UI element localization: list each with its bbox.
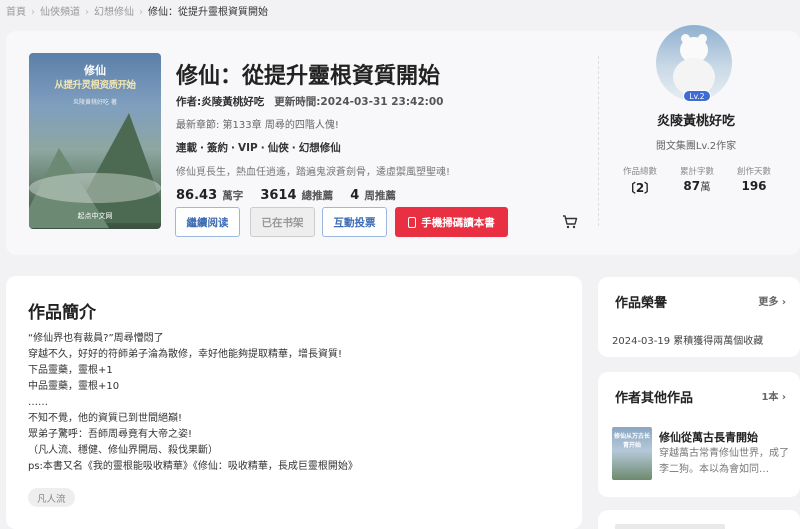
breadcrumb-separator: ›	[85, 7, 89, 18]
book-title: 修仙：從提升靈根資質開始	[176, 64, 441, 89]
other-works-card: 作者其他作品 1本 › 修仙从万古长青开始 修仙從萬古長青開始 穿越萬古常青修仙…	[598, 372, 800, 497]
breadcrumb-separator: ›	[31, 7, 35, 18]
cover-cloud	[29, 173, 161, 203]
stat-word-count: 86.43 萬字	[176, 188, 244, 203]
phone-icon	[408, 216, 417, 228]
book-author[interactable]: 作者:炎陵黃桃好吃	[176, 96, 264, 108]
intro-line: 下品靈藥，靈根+1	[28, 365, 113, 376]
author-stat-days: 創作天數 196	[736, 167, 771, 193]
cart-icon[interactable]	[562, 214, 578, 230]
book-tags: 連載 · 簽約 · VIP · 仙俠 · 幻想修仙	[176, 142, 341, 154]
breadcrumb-home[interactable]: 首頁	[6, 3, 26, 18]
intro-line: “修仙界也有裁員?”周尋懵悶了	[28, 333, 164, 344]
author-name[interactable]: 炎陵黃桃好吃	[592, 110, 800, 129]
intro-line: 不知不覺，他的資質已到世間絕巔!	[28, 413, 183, 424]
other-works-count-link[interactable]: 1本 ›	[761, 388, 786, 403]
intro-tag[interactable]: 凡人流	[28, 488, 75, 507]
honor-title: 作品榮譽	[615, 296, 668, 311]
tag-status: 連載	[176, 142, 197, 154]
continue-reading-button[interactable]: 繼續阅读	[175, 207, 240, 237]
tag-genre[interactable]: 仙俠	[268, 142, 289, 154]
latest-chapter-link[interactable]: 最新章節: 第133章 周尋的四階人傀!	[176, 116, 339, 131]
cover-title-line2: 从提升灵根资质开始	[54, 80, 136, 91]
intro-line: ……	[28, 397, 48, 408]
intro-title: 作品簡介	[28, 303, 96, 323]
other-work-cover[interactable]: 修仙从万古长青开始	[612, 427, 652, 480]
author-stat-words: 累計字數 87萬	[679, 167, 714, 193]
book-stats: 86.43 萬字 3614 總推薦 4 周推薦	[176, 184, 408, 203]
stat-weekly-recommend: 4 周推薦	[350, 188, 396, 203]
breadcrumb-channel[interactable]: 仙俠頻道	[40, 3, 80, 18]
intro-body: “修仙界也有裁員?”周尋懵悶了 穿越不久，好好的符師弟子淪為散修，幸好他能夠提取…	[28, 331, 358, 475]
cover-author: 炎陵黄桃好吃 著	[73, 99, 117, 106]
intro-line: 中品靈藥，靈根+10	[28, 381, 120, 392]
cover-title-line1: 修仙	[84, 64, 106, 77]
honor-more-link[interactable]: 更多 ›	[758, 293, 786, 308]
in-bookshelf-button[interactable]: 已在书架	[250, 207, 315, 237]
intro-line: 穿越不久，好好的符師弟子淪為散修，幸好他能夠提取精華，增長資質!	[28, 349, 343, 360]
author-level-badge: Lv.2	[683, 90, 711, 102]
breadcrumb-separator: ›	[139, 7, 143, 18]
intro-line: ps:本書又名《我的靈根能吸收精華》《修仙：吸收精華，長成巨靈根開始》	[28, 461, 358, 472]
intro-line: 眾弟子驚呼：吾師周尋竟有大帝之姿!	[28, 429, 193, 440]
next-card-title-placeholder	[615, 524, 725, 529]
book-blurb: 修仙覓長生，熱血任逍遙，踏遍鬼淚蒼劍骨，逶虛禦風塑聖魂!	[176, 167, 451, 178]
author-update-line: 作者:炎陵黃桃好吃 更新時間:2024-03-31 23:42:00	[176, 94, 443, 109]
author-stats: 作品總數 〔2〕 累計字數 87萬 創作天數 196	[612, 165, 782, 196]
interactive-vote-button[interactable]: 互動投票	[322, 207, 387, 237]
author-stat-works: 作品總數 〔2〕	[622, 167, 657, 195]
tag-signed: 簽約	[207, 142, 228, 154]
other-work-title[interactable]: 修仙從萬古長青開始	[659, 429, 758, 445]
other-work-desc: 穿越萬古常青修仙世界，成了李二狗。本以為會如同…	[659, 448, 789, 475]
tag-subgenre[interactable]: 幻想修仙	[299, 142, 341, 154]
next-card	[598, 510, 800, 529]
intro-card: 作品簡介 “修仙界也有裁員?”周尋懵悶了 穿越不久，好好的符師弟子淪為散修，幸好…	[6, 276, 582, 529]
cover-publisher: 起点中文网	[77, 212, 113, 220]
stat-total-recommend: 3614 總推薦	[260, 188, 334, 203]
book-cover[interactable]: 修仙 从提升灵根资质开始 炎陵黄桃好吃 著 起点中文网	[29, 53, 161, 229]
breadcrumb-current: 修仙：從提升靈根資質開始	[148, 7, 268, 18]
tag-vip: VIP	[238, 142, 258, 154]
honor-item: 2024-03-19 累積獲得兩萬個收藏	[612, 336, 764, 347]
honor-card: 作品榮譽 更多 › 2024-03-19 累積獲得兩萬個收藏	[598, 277, 800, 357]
breadcrumb-category[interactable]: 幻想修仙	[94, 3, 134, 18]
intro-line: （凡人流、穩健、修仙界開局、殺伐果斷）	[28, 445, 218, 456]
phone-scan-label: 手機掃碼讀本書	[421, 216, 495, 229]
breadcrumb: 首頁 › 仙俠頻道 › 幻想修仙 › 修仙：從提升靈根資質開始	[6, 3, 268, 18]
other-works-title: 作者其他作品	[615, 391, 694, 406]
update-time: 更新時間:2024-03-31 23:42:00	[274, 96, 444, 108]
phone-scan-button[interactable]: 手機掃碼讀本書	[395, 207, 508, 237]
author-subtitle: 閱文集團Lv.2作家	[655, 141, 737, 152]
